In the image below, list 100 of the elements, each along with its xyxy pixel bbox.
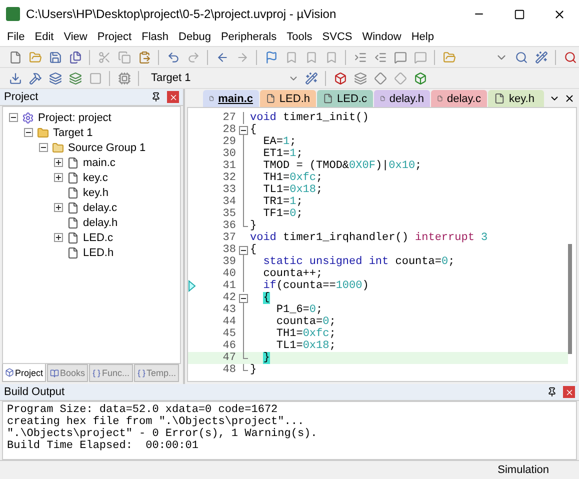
pin-icon[interactable]	[547, 387, 557, 397]
code-text: EA=1;	[262, 136, 296, 148]
scrollbar-thumb[interactable]	[568, 244, 572, 354]
search-icon[interactable]	[514, 50, 528, 64]
file-icon	[209, 93, 214, 104]
wand-icon[interactable]	[534, 50, 548, 64]
indent-icon[interactable]	[354, 50, 366, 64]
fold-toggle-icon[interactable]	[238, 124, 248, 136]
window-title: C:\Users\HP\Desktop\project\0-5-2\project.uvproj - µVision	[26, 7, 338, 21]
menu-item[interactable]: Peripherals	[216, 28, 282, 46]
line-number: 39	[222, 256, 236, 268]
layers-icon[interactable]	[48, 72, 62, 84]
line-number: 36	[222, 220, 236, 232]
line-number: 31	[222, 160, 236, 172]
download-icon[interactable]	[8, 72, 22, 84]
panel-tab[interactable]: Project	[2, 364, 46, 382]
tree-item[interactable]: Source Group 1	[68, 142, 146, 154]
panel-tab[interactable]: Func...	[89, 364, 133, 382]
folder-icon	[52, 142, 64, 154]
file-icon	[67, 216, 79, 228]
file-tab[interactable]: LED.c	[317, 90, 373, 107]
file-tab[interactable]: LED.h	[260, 90, 316, 107]
expand-icon[interactable]	[54, 203, 63, 212]
menu-item[interactable]: Debug	[174, 28, 216, 46]
close-icon[interactable]	[552, 8, 566, 20]
hammer-icon[interactable]	[28, 72, 42, 84]
target-dropdown[interactable]: Target 1	[144, 69, 300, 87]
tree-item[interactable]: Project: project	[38, 112, 112, 124]
line-number: 28	[222, 124, 236, 136]
file-icon	[266, 93, 276, 104]
line-number: 35	[222, 208, 236, 220]
menu-item[interactable]: Tools	[282, 28, 318, 46]
expand-icon[interactable]	[54, 158, 63, 167]
save-all-icon[interactable]	[68, 50, 82, 64]
braces-icon	[92, 368, 102, 378]
file-icon	[323, 93, 334, 104]
collapse-icon[interactable]	[9, 113, 18, 122]
fold-toggle-icon[interactable]	[238, 244, 248, 256]
menu-item[interactable]: File	[2, 28, 30, 46]
paste-icon[interactable]	[138, 50, 150, 64]
code-text: P1_6=0;	[275, 304, 323, 316]
back-arrow-icon[interactable]	[216, 50, 228, 64]
file-icon	[437, 93, 443, 104]
pin-icon[interactable]	[151, 92, 161, 102]
code-text: ET1=1;	[262, 148, 303, 160]
code-text: }	[250, 220, 257, 232]
file-tab[interactable]: delay.h	[374, 90, 430, 107]
file-tab[interactable]: delay.c	[431, 90, 487, 107]
line-number: 27	[222, 112, 236, 124]
menu-item[interactable]: SVCS	[317, 28, 358, 46]
new-file-icon[interactable]	[8, 50, 22, 64]
layers-icon[interactable]	[354, 72, 366, 84]
expand-icon[interactable]	[54, 233, 63, 242]
flag-icon[interactable]	[264, 50, 278, 64]
diamond-icon[interactable]	[374, 72, 386, 84]
panel-tab[interactable]: Books	[47, 364, 88, 382]
menu-item[interactable]: View	[58, 28, 92, 46]
code-text: counta=0;	[275, 316, 336, 328]
fold-toggle-icon[interactable]	[238, 292, 248, 304]
outdent-icon[interactable]	[374, 50, 386, 64]
tree-item[interactable]: LED.h	[83, 246, 114, 258]
book-icon	[50, 368, 60, 378]
tree-item[interactable]: delay.c	[83, 202, 118, 214]
save-icon[interactable]	[48, 50, 62, 64]
expand-icon[interactable]	[54, 173, 63, 182]
code-text: TH1=0xfc;	[262, 172, 323, 184]
panel-tab[interactable]: Temp...	[134, 364, 180, 382]
collapse-icon[interactable]	[39, 143, 48, 152]
tree-item[interactable]: delay.h	[83, 216, 118, 228]
menu-item[interactable]: Project	[92, 28, 137, 46]
menu-item[interactable]: Flash	[136, 28, 174, 46]
cube-icon[interactable]	[414, 72, 426, 84]
code-text: counta++;	[262, 268, 323, 280]
tree-item[interactable]: key.h	[83, 186, 108, 198]
tree-item[interactable]: key.c	[83, 172, 108, 184]
layers-icon[interactable]	[68, 72, 82, 84]
maximize-icon[interactable]	[514, 8, 524, 20]
file-icon	[494, 93, 505, 104]
undo-icon[interactable]	[166, 50, 180, 64]
file-icon	[67, 172, 79, 184]
line-number: 46	[222, 340, 236, 352]
close-icon[interactable]	[564, 92, 575, 104]
tree-item[interactable]: LED.c	[83, 232, 113, 244]
menu-item[interactable]: Window	[357, 28, 406, 46]
wand-icon[interactable]	[304, 72, 318, 84]
magnifier-icon[interactable]	[564, 50, 576, 64]
menu-item[interactable]: Edit	[30, 28, 59, 46]
file-icon	[67, 156, 79, 168]
file-tab[interactable]: main.c	[203, 90, 259, 107]
file-icon	[67, 232, 79, 244]
cube-icon[interactable]	[334, 72, 346, 84]
comment-icon[interactable]	[394, 50, 406, 64]
code-text: {	[250, 124, 257, 136]
code-text: if(counta==1000)	[262, 280, 369, 292]
file-tab[interactable]: key.h	[488, 90, 544, 107]
chip-icon[interactable]	[118, 72, 130, 84]
tree-item[interactable]: Target 1	[53, 126, 93, 138]
collapse-icon[interactable]	[24, 128, 33, 137]
menu-item[interactable]: Help	[406, 28, 439, 46]
tree-item[interactable]: main.c	[83, 156, 116, 168]
